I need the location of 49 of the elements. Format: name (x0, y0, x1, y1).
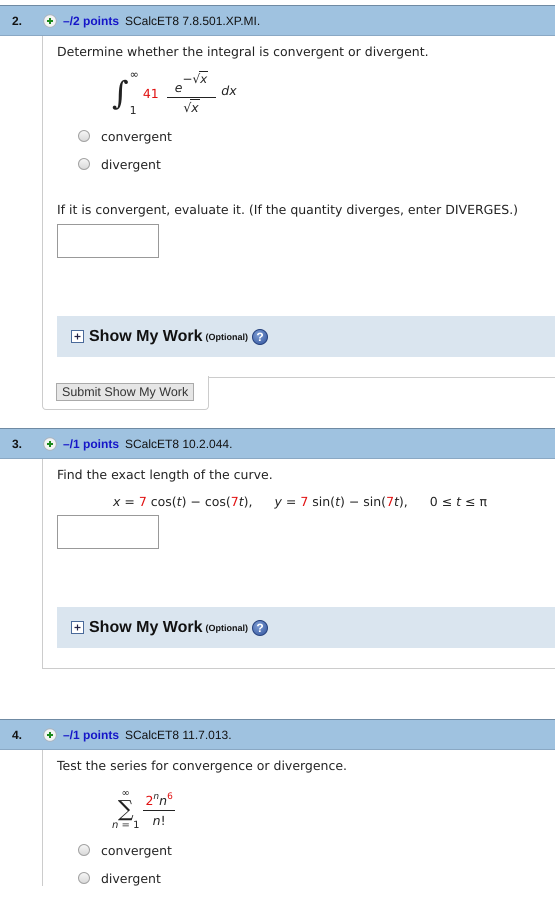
question-number: 4. (12, 728, 24, 742)
question-text: If it is convergent, evaluate it. (If the quantity diverges, enter DIVERGES.) (57, 202, 520, 218)
equation: y = 7 sin(t) − sin(7t), (274, 494, 408, 509)
question-number: 2. (12, 14, 24, 28)
points-link[interactable]: –/1 points (63, 436, 120, 450)
optional-label: (Optional) (206, 332, 248, 342)
help-button[interactable]: ? (252, 620, 268, 636)
question-number: 3. (12, 436, 24, 450)
option-label: divergent (101, 156, 161, 172)
submit-button[interactable]: Submit Show My Work (56, 383, 194, 401)
differential: dx (221, 82, 237, 98)
option-label: convergent (101, 128, 172, 144)
lower-limit: n = 1 (112, 821, 140, 831)
plus-icon (43, 14, 57, 28)
expand-icon (71, 621, 84, 634)
points-link[interactable]: –/2 points (63, 14, 120, 28)
equation: x = 7 cos(t) − cos(7t), (113, 494, 253, 509)
integral-sign: ∫ (112, 75, 129, 111)
problem-code: SCalcET8 10.2.044. (125, 436, 232, 450)
question-text: Test the series for convergence or divergence. (57, 758, 348, 774)
optional-label: (Optional) (206, 622, 248, 632)
equation: 0 ≤ t ≤ π (430, 494, 488, 509)
denominator: n! (152, 812, 166, 828)
radio-button[interactable] (78, 872, 90, 884)
show-work-title: Show My Work (89, 328, 202, 346)
radio-button[interactable] (78, 844, 90, 856)
answer-field[interactable] (57, 224, 159, 258)
question-text: Find the exact length of the curve. (57, 467, 274, 483)
radio-button[interactable] (78, 158, 90, 170)
problem-code: SCalcET8 7.8.501.XP.MI. (125, 14, 260, 28)
plus-icon (43, 436, 57, 450)
question-text: Determine whether the integral is convergent or divergent. (57, 44, 430, 60)
show-work-title: Show My Work (89, 618, 202, 636)
summation-sign: ∑ (118, 799, 134, 821)
option-label: convergent (101, 842, 172, 858)
upper-limit: ∞ (122, 789, 130, 799)
upper-limit: ∞ (130, 69, 139, 81)
points-link[interactable]: –/1 points (63, 728, 120, 742)
coefficient: 41 (142, 86, 159, 100)
denominator: √x (183, 98, 200, 114)
option-label: divergent (101, 870, 161, 886)
problem-code: SCalcET8 11.7.013. (125, 728, 232, 742)
radio-button[interactable] (78, 130, 90, 142)
plus-icon (43, 728, 57, 742)
expand-icon (71, 330, 84, 343)
numerator: 2$^{n}$n$^{6}$ (143, 792, 175, 810)
answer-field[interactable] (57, 515, 159, 549)
lower-limit: 1 (130, 105, 138, 117)
help-button[interactable]: ? (252, 328, 268, 344)
